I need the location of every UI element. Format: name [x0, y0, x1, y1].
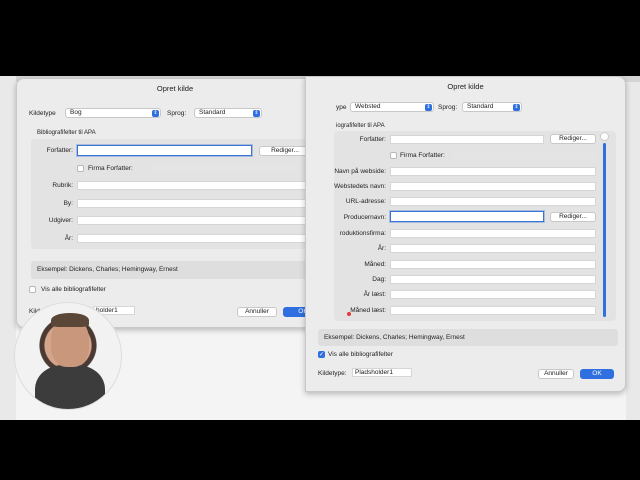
firma-forfatter-label: Firma Forfatter: [88, 165, 133, 172]
vis-alle-checkbox[interactable]: ✓ [318, 351, 325, 358]
vis-alle-checkbox[interactable] [29, 286, 36, 293]
create-source-dialog-book: Opret kilde Kildetype Bog ⇕ Sprog: Stand… [16, 78, 334, 328]
maaned-laest-input[interactable] [390, 306, 596, 315]
forfatter-input[interactable] [77, 145, 252, 156]
example-text: Eksempel: Dickens, Charles; Hemingway, E… [318, 329, 618, 346]
by-label: By: [63, 200, 73, 207]
maaned-input[interactable] [390, 260, 596, 269]
aar-laest-input[interactable] [390, 290, 596, 299]
chevron-updown-icon: ⇕ [513, 104, 520, 111]
kildetype-bottom-input[interactable]: Pladsholder1 [352, 368, 412, 377]
webcam-avatar [14, 302, 122, 410]
dag-input[interactable] [390, 275, 596, 284]
url-label: URL-adresse: [345, 198, 386, 205]
kildetype-label: ype [336, 104, 347, 111]
scrollbar[interactable] [603, 143, 606, 317]
rubrik-input[interactable] [77, 181, 311, 190]
chevron-updown-icon: ⇕ [152, 110, 159, 117]
chevron-updown-icon: ⇕ [425, 104, 432, 111]
dag-label: Dag: [372, 276, 386, 283]
produktionsfirma-label: roduktionsfirma: [339, 230, 386, 237]
group-title: Bibliografifelter til APA [37, 130, 96, 136]
kildetype-bottom-value: Pladsholder1 [355, 369, 393, 376]
by-input[interactable] [77, 199, 311, 208]
sprog-label: Sprog: [438, 104, 458, 111]
maaned-label: Måned: [364, 261, 386, 268]
chevron-updown-icon: ⇕ [253, 110, 260, 117]
produktionsfirma-input[interactable] [390, 229, 596, 238]
producernavn-input[interactable] [390, 211, 544, 222]
avatar-body [35, 365, 105, 409]
firma-forfatter-input [149, 164, 311, 173]
avatar-hair [51, 313, 89, 327]
vis-alle-label: Vis alle bibliografifelter [328, 351, 393, 358]
sprog-select[interactable]: Standard ⇕ [194, 108, 262, 118]
firma-forfatter-checkbox[interactable] [390, 152, 397, 159]
aar-input[interactable] [390, 244, 596, 253]
aar-input[interactable] [77, 234, 311, 243]
firma-forfatter-checkbox[interactable] [77, 165, 84, 172]
rediger-button[interactable]: Rediger... [259, 146, 311, 156]
aar-label: År: [377, 245, 386, 252]
kildetype-select[interactable]: Websted ⇕ [350, 102, 434, 112]
ok-button[interactable]: OK [580, 369, 614, 379]
kildetype-select[interactable]: Bog ⇕ [65, 108, 161, 118]
cancel-button[interactable]: Annuller [538, 369, 574, 379]
forfatter-label: Forfatter: [359, 136, 386, 143]
sprog-value: Standard [199, 109, 226, 116]
rediger-button[interactable]: Rediger... [550, 134, 596, 144]
forfatter-label: Forfatter: [46, 147, 73, 154]
sprog-label: Sprog: [167, 110, 187, 117]
kildetype-value: Websted [355, 103, 381, 110]
udgiver-label: Udgiver: [48, 217, 73, 224]
url-input[interactable] [390, 197, 596, 206]
webside-input[interactable] [390, 167, 596, 176]
sprog-value: Standard [467, 103, 494, 110]
producernavn-label: Producernavn: [343, 214, 386, 221]
dialog-title: Opret kilde [156, 84, 194, 93]
aar-laest-label: År læst: [363, 291, 386, 298]
rubrik-label: Rubrik: [52, 182, 73, 189]
webstedets-navn-input[interactable] [390, 182, 596, 191]
sprog-select[interactable]: Standard ⇕ [462, 102, 522, 112]
dialog-title: Opret kilde [447, 82, 484, 91]
firma-forfatter-input [454, 151, 596, 160]
webside-label: Navn på webside: [334, 168, 386, 175]
group-title: iografifelter til APA [336, 123, 385, 129]
maaned-laest-label: Måned læst: [350, 307, 386, 314]
producer-rediger-button[interactable]: Rediger... [550, 212, 596, 222]
example-text: Eksempel: Dickens, Charles; Hemingway, E… [31, 261, 323, 279]
create-source-dialog-website: Opret kilde ype Websted ⇕ Sprog: Standar… [305, 76, 626, 392]
udgiver-input[interactable] [77, 216, 311, 225]
forfatter-input[interactable] [390, 135, 544, 144]
cancel-button[interactable]: Annuller [237, 307, 277, 317]
vis-alle-label: Vis alle bibliografifelter [41, 286, 106, 293]
webstedets-navn-label: Webstedets navn: [334, 183, 386, 190]
kildetype-label: Kildetype [29, 110, 56, 117]
aar-label: År: [64, 235, 73, 242]
scrollbar-knob[interactable] [600, 132, 609, 141]
kildetype-value: Bog [70, 109, 82, 116]
firma-forfatter-label: Firma Forfatter: [400, 152, 445, 159]
kildetype-bottom-label: Kildetype: [318, 370, 347, 377]
cursor-highlight-dot [347, 312, 351, 316]
